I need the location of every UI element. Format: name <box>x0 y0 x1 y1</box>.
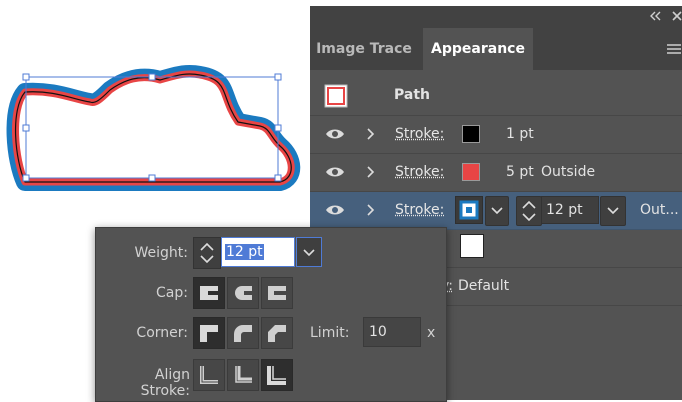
eye-icon[interactable] <box>325 165 345 179</box>
eye-icon[interactable] <box>325 203 345 217</box>
hamburger-menu-icon[interactable] <box>666 42 682 56</box>
stroke-color-swatch[interactable] <box>462 163 480 181</box>
align-outside-button[interactable] <box>261 359 293 391</box>
tab-image-trace-label: Image Trace <box>316 41 412 57</box>
bevel-join-button[interactable] <box>261 317 293 349</box>
row-weight-field[interactable]: 12 pt <box>541 196 599 224</box>
projecting-cap-button[interactable] <box>261 277 293 309</box>
path-label: Path <box>394 87 430 103</box>
corner-label: Corner: <box>136 325 188 341</box>
butt-cap-button[interactable] <box>193 277 225 309</box>
chevron-right-icon[interactable] <box>365 165 375 179</box>
miter-join-button[interactable] <box>193 317 225 349</box>
align-inside-button[interactable] <box>227 359 259 391</box>
round-join-button[interactable] <box>227 317 259 349</box>
align-stroke-label: Align Stroke: <box>140 367 190 399</box>
stroke-link[interactable]: Stroke: <box>395 164 444 180</box>
cloud-artwork[interactable] <box>0 0 310 230</box>
tab-image-trace[interactable]: Image Trace <box>310 28 418 70</box>
chevron-right-icon[interactable] <box>365 127 375 141</box>
round-cap-button[interactable] <box>227 277 259 309</box>
path-thumbnail-icon <box>324 84 348 108</box>
artboard-canvas[interactable] <box>0 0 310 230</box>
double-chevron-left-icon[interactable] <box>648 9 662 23</box>
weight-stepper-icon[interactable] <box>516 196 542 226</box>
close-icon[interactable] <box>670 9 682 23</box>
tab-appearance-label: Appearance <box>431 41 525 57</box>
limit-value: 10 <box>369 324 387 340</box>
stroke-link[interactable]: Stroke: <box>395 126 444 142</box>
weight-input[interactable]: 12 pt <box>221 237 295 267</box>
weight-dropdown-button[interactable] <box>600 196 626 226</box>
stroke-align-value: Outside <box>541 164 596 180</box>
chevron-down-icon <box>607 206 619 216</box>
chevron-right-icon[interactable] <box>365 203 375 217</box>
panel-tab-bar: Image Trace Appearance <box>310 28 682 70</box>
limit-input[interactable]: 10 <box>363 317 421 347</box>
weight-input-value: 12 pt <box>225 244 264 260</box>
appearance-path-row[interactable]: Path <box>310 77 682 116</box>
align-center-button[interactable] <box>193 359 225 391</box>
chevron-down-icon <box>491 206 503 216</box>
weight-stepper-icon[interactable] <box>193 237 221 269</box>
panel-title-bar <box>310 6 682 28</box>
limit-label: Limit: <box>310 325 350 341</box>
weight-label: Weight: <box>134 245 189 261</box>
stroke-link[interactable]: Stroke: <box>395 202 444 218</box>
chevron-down-icon <box>303 248 315 258</box>
swatch-dropdown-button[interactable] <box>485 196 509 226</box>
stroke-color-swatch[interactable] <box>462 125 480 143</box>
stroke-weight-value: 5 pt <box>506 164 534 180</box>
stroke-row-2[interactable]: Stroke: 5 pt Outside <box>310 154 682 192</box>
opacity-value: Default <box>458 278 510 294</box>
stroke-color-swatch[interactable] <box>455 196 483 224</box>
stroke-row-3[interactable]: Stroke: 12 pt Out... <box>310 192 682 230</box>
stroke-weight-value: 1 pt <box>506 126 534 142</box>
limit-unit: x <box>427 325 436 341</box>
tab-appearance[interactable]: Appearance <box>423 28 533 70</box>
row-weight-value: 12 pt <box>546 202 583 218</box>
weight-dropdown-button[interactable] <box>296 237 322 267</box>
stroke-options-flyout: Weight: 12 pt Cap: Corner: Limit: 10 x A… <box>95 227 447 402</box>
stroke-row-1[interactable]: Stroke: 1 pt <box>310 116 682 154</box>
stroke-align-value: Out... <box>640 202 679 218</box>
cap-label: Cap: <box>156 285 188 301</box>
fill-color-swatch[interactable] <box>460 234 484 258</box>
eye-icon[interactable] <box>325 127 345 141</box>
